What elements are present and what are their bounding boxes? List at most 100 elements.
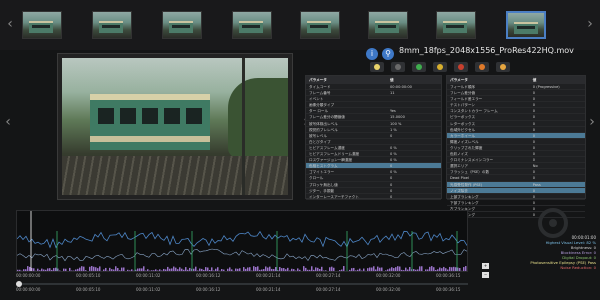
plot-bar — [459, 268, 461, 271]
timeline-graph[interactable] — [16, 210, 468, 272]
plot-bar — [35, 270, 37, 271]
cursor-button[interactable] — [391, 62, 405, 72]
plot-bar — [227, 268, 229, 271]
plot-bar — [157, 270, 159, 271]
plot-bar — [467, 270, 468, 272]
filmstrip-prev-arrow-icon[interactable]: ‹ — [4, 14, 16, 34]
param-value: 0 (Progressive) — [532, 85, 560, 89]
plot-bar — [81, 266, 83, 271]
square-icon — [374, 64, 380, 70]
plot-bar — [435, 269, 437, 271]
plot-bar — [285, 269, 287, 271]
filmstrip-thumb[interactable] — [368, 11, 408, 39]
plot-bar — [149, 270, 151, 271]
filmstrip-thumb[interactable] — [92, 11, 132, 39]
legend-entry: Noise Reduction: 0 — [560, 265, 596, 270]
plot-bar — [315, 267, 317, 271]
plot-bar — [265, 266, 267, 271]
file-title: 8mm_18fps_2048x1556_ProRes422HQ.mov — [399, 46, 574, 55]
plot-bar — [183, 269, 185, 271]
plot-bar — [365, 270, 367, 271]
video-preview[interactable] — [57, 53, 293, 200]
table-row[interactable]: インターレースアーチファクト 0 — [306, 194, 441, 200]
plot-bar — [319, 269, 321, 271]
plot-bar — [125, 270, 127, 271]
ruler-tick-label: 00:00:27:14 — [316, 273, 341, 278]
param-name: 白とびタイプ — [309, 139, 331, 144]
square-button[interactable] — [370, 62, 384, 72]
next-page-arrow-icon[interactable]: › — [586, 114, 598, 134]
plot-bar — [305, 267, 307, 271]
filmstrip-next-arrow-icon[interactable]: › — [584, 14, 596, 34]
param-name: 上部ブランキング — [450, 194, 479, 199]
filmstrip-thumb[interactable] — [22, 11, 62, 39]
ruler-tick-label: 00:00:11:02 — [136, 287, 161, 292]
green-dot-button[interactable] — [412, 62, 426, 72]
plus-icon — [479, 64, 485, 70]
param-name: ゴマイトエラー — [309, 170, 335, 175]
search-icon[interactable]: ⚲ — [382, 48, 394, 60]
param-name: ヒビアスフレームドリーム濃度 — [309, 152, 360, 157]
plot-bar — [239, 268, 241, 271]
yellow-dot-button[interactable] — [433, 62, 447, 72]
plot-bar — [283, 268, 285, 271]
plot-bar — [233, 270, 235, 271]
plot-bar — [307, 269, 309, 271]
plot-bar — [325, 270, 327, 271]
timeline-scrubber[interactable] — [16, 281, 468, 287]
zoom-in-icon[interactable]: + — [482, 263, 489, 269]
plot-bar — [337, 270, 339, 271]
plot-bar — [99, 266, 101, 271]
plot-bar — [69, 267, 71, 271]
timeline-side-controls: + − — [482, 263, 489, 281]
plot-bar — [25, 269, 27, 271]
plot-bar — [231, 269, 233, 271]
filmstrip-thumb[interactable] — [162, 11, 202, 39]
plot-bar — [389, 268, 391, 271]
param-name: Dead Pixel — [450, 176, 469, 181]
param-value: 0 — [532, 188, 536, 193]
plot-bar — [399, 266, 401, 271]
param-name: フレーム差分値 — [450, 91, 476, 96]
param-name: フラッシュ（PSE）の数 — [450, 170, 490, 175]
plot-bar — [89, 266, 91, 271]
plot-bar — [85, 270, 87, 271]
plot-bar — [425, 269, 427, 271]
red-dot-button[interactable] — [454, 62, 468, 72]
timeline-ruler-bottom: 00:00:00:00 00:00:05:10 00:00:11:02 00:00:1… — [16, 287, 468, 295]
prev-frame-arrow-icon[interactable]: ‹ — [2, 114, 14, 134]
zoom-out-icon[interactable]: − — [482, 272, 489, 278]
plot-bar — [321, 266, 323, 271]
param-name: 被写体検出レベル — [309, 121, 338, 126]
plot-bar — [311, 266, 313, 271]
param-value — [387, 102, 441, 107]
plot-bar — [397, 266, 399, 271]
ruler-tick-label: 00:00:00:00 — [16, 287, 41, 292]
plot-bar — [161, 270, 163, 271]
plot-bar — [381, 267, 383, 271]
param-value: 0 % — [390, 158, 397, 163]
plot-bar — [295, 270, 297, 271]
plus-button[interactable] — [475, 62, 489, 72]
filmstrip-thumb[interactable] — [232, 11, 272, 39]
filmstrip-thumb-active[interactable] — [506, 11, 546, 39]
plot-bar — [259, 269, 261, 271]
plot-bar — [463, 267, 465, 271]
plot-bar — [255, 267, 257, 271]
plot-bar — [451, 267, 453, 271]
plot-bar — [417, 269, 419, 271]
plot-bar — [27, 266, 29, 271]
plot-bar — [429, 266, 431, 271]
filmstrip: ‹ › — [0, 0, 600, 50]
param-value: No — [532, 164, 538, 169]
film-button[interactable] — [496, 62, 510, 72]
param-value: 0 — [532, 127, 536, 132]
plot-bar — [37, 268, 39, 271]
plot-bar — [237, 268, 239, 271]
info-icon[interactable]: i — [366, 48, 378, 60]
plot-bar — [115, 266, 117, 271]
plot-bar — [121, 267, 123, 271]
filmstrip-thumb[interactable] — [436, 11, 476, 39]
plot-bar — [33, 268, 35, 271]
filmstrip-thumb[interactable] — [300, 11, 340, 39]
